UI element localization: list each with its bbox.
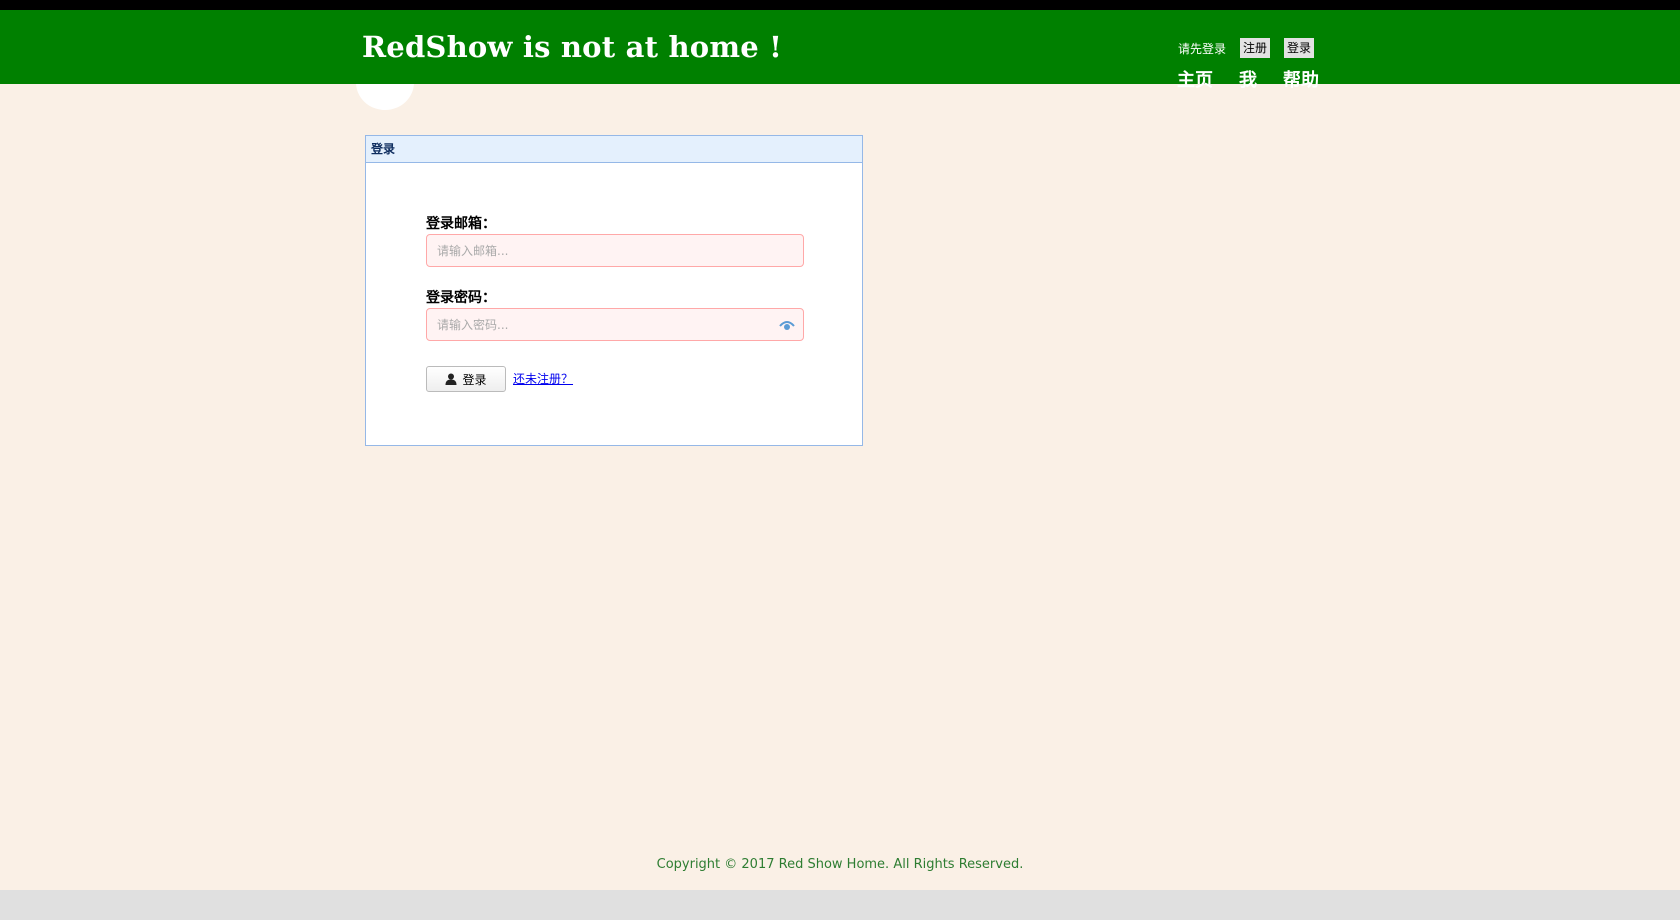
register-button[interactable]: 注册 xyxy=(1240,38,1271,58)
user-icon xyxy=(445,373,457,385)
eye-icon[interactable] xyxy=(779,318,795,332)
site-header: RedShow is not at home ! 请先登录 注册 登录 主页 我… xyxy=(0,10,1680,91)
login-submit-label: 登录 xyxy=(462,372,487,387)
nav-item-help[interactable]: 帮助 xyxy=(1283,66,1319,92)
footer-copyright: Copyright © 2017 Red Show Home. All Righ… xyxy=(656,857,1024,872)
password-field[interactable] xyxy=(427,309,803,340)
login-hint: 请先登录 xyxy=(1178,41,1227,56)
site-title: RedShow is not at home ! xyxy=(362,30,783,64)
email-field-box xyxy=(426,234,804,267)
main-nav: 主页 我 帮助 xyxy=(1177,66,1319,92)
nav-item-me[interactable]: 我 xyxy=(1239,66,1257,92)
login-button-header[interactable]: 登录 xyxy=(1284,38,1315,58)
password-field-box xyxy=(426,308,804,341)
email-label: 登录邮箱： xyxy=(426,216,496,232)
register-link[interactable]: 还未注册？ xyxy=(513,370,573,387)
login-panel-title: 登录 xyxy=(366,136,862,163)
page-background: RedShow is not at home ! 请先登录 注册 登录 主页 我… xyxy=(0,0,1680,890)
login-panel: 登录 登录邮箱： 登录密码： 登录 还未注册？ xyxy=(365,135,863,446)
auth-bar: 请先登录 注册 登录 xyxy=(1178,37,1315,59)
password-label: 登录密码： xyxy=(426,290,496,306)
email-field[interactable] xyxy=(427,235,803,266)
nav-item-home[interactable]: 主页 xyxy=(1177,66,1213,92)
login-submit-button[interactable]: 登录 xyxy=(426,366,506,392)
top-black-bar xyxy=(0,0,1680,10)
